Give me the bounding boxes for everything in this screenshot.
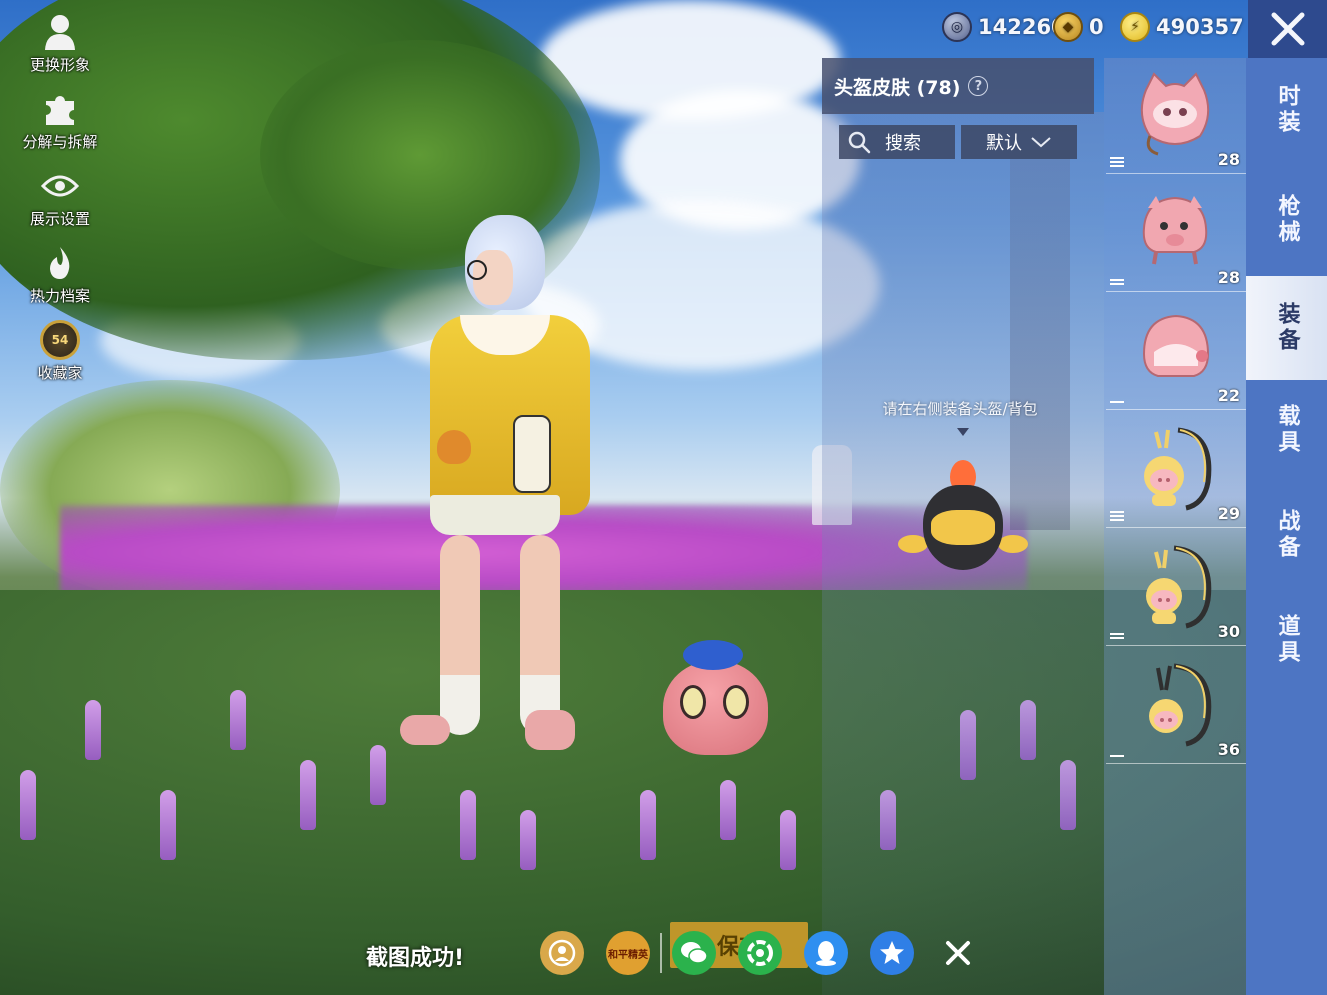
currency-bp: ⚡ 490357 <box>1120 12 1244 42</box>
currency-silver: ◎ 142260 <box>942 12 1066 42</box>
tab-label: 装备 <box>1274 302 1300 354</box>
sort-label: 默认 <box>986 133 1022 154</box>
item-level-icon <box>1110 401 1124 403</box>
display-settings-button[interactable]: 展示设置 <box>10 166 110 229</box>
qzone-icon[interactable] <box>870 931 914 975</box>
pink-round-helmet-icon <box>1142 314 1210 377</box>
helmet-preview-owl <box>898 460 1028 580</box>
collector-badge-icon: 54 <box>40 320 80 360</box>
tab-equipment[interactable]: 装备 <box>1246 276 1327 380</box>
share-bar: 和平精英 <box>540 930 1002 976</box>
item-count: 29 <box>1217 504 1240 523</box>
skin-item[interactable]: 29 <box>1106 412 1246 528</box>
piggy-backpack-icon <box>1146 545 1212 629</box>
left-side-menu: 更换形象 分解与拆解 展示设置 热力档案 54 收藏家 <box>10 12 110 397</box>
item-count: 22 <box>1217 386 1240 405</box>
piggy-backpack-icon <box>1149 663 1212 747</box>
player-character[interactable] <box>395 215 595 775</box>
skin-item[interactable]: 28 <box>1106 176 1246 292</box>
skin-item[interactable]: 28 <box>1106 58 1246 174</box>
skin-item[interactable]: 36 <box>1106 648 1246 764</box>
person-silhouette-icon <box>40 12 80 52</box>
heat-archive-label: 热力档案 <box>29 287 90 305</box>
silver-coin-icon: ◎ <box>942 12 972 42</box>
screenshot-success-toast: 截图成功! <box>366 946 465 971</box>
tab-fashion[interactable]: 时装 <box>1246 58 1327 162</box>
tab-firearms[interactable]: 枪械 <box>1246 168 1327 272</box>
equip-hint-text: 请在右侧装备头盔/背包 <box>882 400 1038 418</box>
tab-items[interactable]: 道具 <box>1246 588 1327 692</box>
search-label: 搜索 <box>885 133 921 154</box>
decompose-label: 分解与拆解 <box>22 133 98 151</box>
close-icon <box>1271 12 1304 46</box>
currency-bp-value: 490357 <box>1156 15 1244 39</box>
close-button[interactable] <box>1248 0 1327 58</box>
search-icon <box>848 131 871 154</box>
game-share-icon[interactable] <box>540 931 584 975</box>
piggy-backpack-icon <box>1144 427 1212 511</box>
item-count: 36 <box>1217 740 1240 759</box>
flame-icon <box>40 243 80 283</box>
puzzle-piece-icon <box>40 89 80 129</box>
collector-button[interactable]: 54 收藏家 <box>10 320 110 383</box>
item-count: 30 <box>1217 622 1240 641</box>
item-count: 28 <box>1217 150 1240 169</box>
tab-vehicles[interactable]: 载具 <box>1246 378 1327 482</box>
qq-icon[interactable] <box>804 931 848 975</box>
wechat-icon[interactable] <box>672 931 716 975</box>
tab-label: 载具 <box>1274 404 1300 456</box>
heat-archive-button[interactable]: 热力档案 <box>10 243 110 306</box>
tab-label: 道具 <box>1274 614 1300 666</box>
panel-title: 头盔皮肤 (78) <box>834 76 961 99</box>
pink-pig-helmet-icon <box>1142 196 1208 265</box>
change-appearance-label: 更换形象 <box>29 56 90 74</box>
chevron-down-icon <box>1031 137 1051 148</box>
tab-label: 时装 <box>1274 84 1300 136</box>
share-separator <box>660 933 662 973</box>
gold-coin-icon: ◆ <box>1053 12 1083 42</box>
collector-level-badge: 54 <box>40 320 80 360</box>
panel-header: 头盔皮肤 (78) ? <box>822 58 1094 114</box>
bp-lightning-coin-icon: ⚡ <box>1120 12 1150 42</box>
moments-icon[interactable] <box>738 931 782 975</box>
pink-cat-helmet-icon <box>1140 72 1210 156</box>
decompose-button[interactable]: 分解与拆解 <box>10 89 110 152</box>
category-tabs: 时装 枪械 装备 载具 战备 道具 <box>1246 58 1327 995</box>
companion-pet[interactable] <box>658 640 773 760</box>
peace-elite-icon[interactable]: 和平精英 <box>606 931 650 975</box>
search-input[interactable]: 搜索 <box>839 125 955 159</box>
item-level-icon <box>1110 633 1124 639</box>
tab-label: 战备 <box>1274 509 1300 561</box>
skin-item-list[interactable]: 28 28 22 29 30 36 <box>1104 58 1246 995</box>
help-icon[interactable]: ? <box>968 76 989 96</box>
collector-label: 收藏家 <box>37 364 83 382</box>
item-level-icon <box>1110 279 1124 285</box>
currency-gold-value: 0 <box>1089 15 1104 39</box>
skin-item[interactable]: 22 <box>1106 294 1246 410</box>
hint-arrow-icon <box>957 428 969 436</box>
item-count: 28 <box>1217 268 1240 287</box>
change-appearance-button[interactable]: 更换形象 <box>10 12 110 75</box>
currency-gold: ◆ 0 <box>1053 12 1104 42</box>
item-level-icon <box>1110 511 1124 521</box>
item-level-icon <box>1110 755 1124 757</box>
tab-battle-prep[interactable]: 战备 <box>1246 483 1327 587</box>
eye-icon <box>40 166 80 206</box>
display-settings-label: 展示设置 <box>29 210 90 228</box>
skin-item[interactable]: 30 <box>1106 530 1246 646</box>
tab-label: 枪械 <box>1274 194 1300 246</box>
sort-dropdown[interactable]: 默认 <box>961 125 1077 159</box>
close-icon[interactable] <box>936 931 980 975</box>
item-level-icon <box>1110 157 1124 167</box>
